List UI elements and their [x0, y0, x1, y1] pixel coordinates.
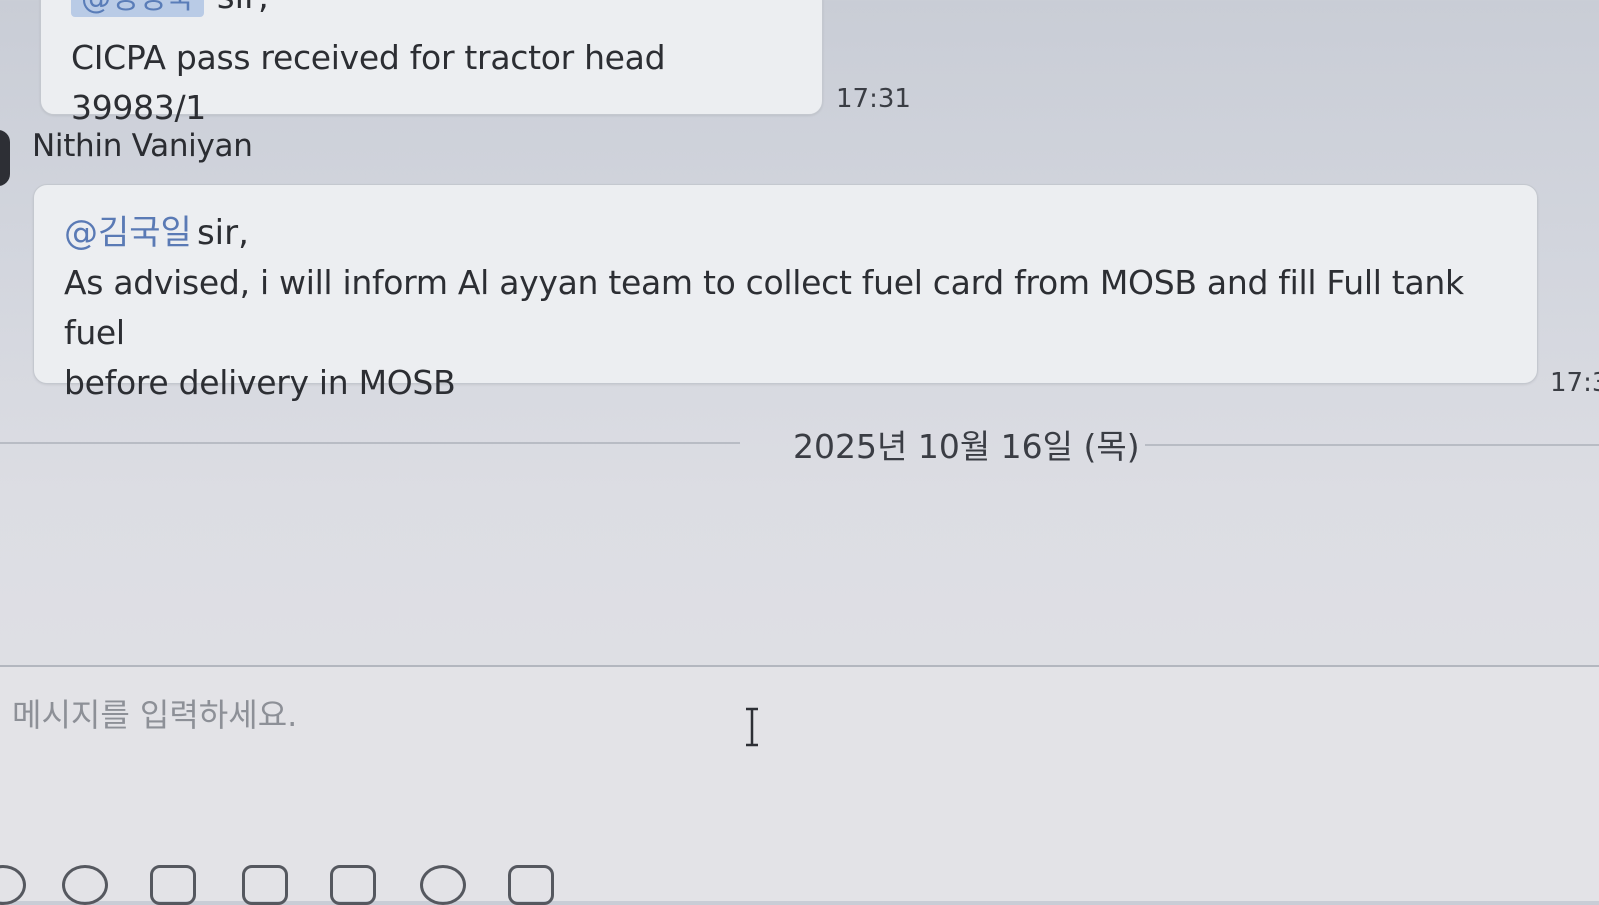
message-text: CICPA pass received for tractor head 399…	[71, 38, 666, 127]
attach-icon[interactable]	[0, 865, 26, 905]
message-text-line: As advised, i will inform Al ayyan team …	[64, 263, 1464, 352]
message-input[interactable]	[10, 679, 1574, 751]
divider-line	[0, 442, 740, 444]
message-composer[interactable]	[0, 665, 1599, 905]
sender-avatar[interactable]	[0, 130, 10, 186]
mention-tag[interactable]: @김국일	[64, 213, 192, 253]
font-icon[interactable]	[150, 865, 196, 905]
chat-message-list: @정정욱 sir, CICPA pass received for tracto…	[0, 0, 1599, 665]
keyboard-icon[interactable]	[330, 865, 376, 905]
divider-line	[1145, 444, 1599, 446]
message-salutation: sir,	[217, 0, 269, 17]
composer-toolbar	[0, 857, 700, 905]
text-cursor-icon	[746, 707, 758, 747]
sender-name[interactable]: Nithin Vaniyan	[32, 128, 253, 164]
image-icon[interactable]	[508, 865, 554, 905]
message-time: 17:3	[1550, 368, 1599, 398]
date-divider: 2025년 10월 16일 (목)	[0, 420, 1599, 470]
edit-icon[interactable]	[242, 865, 288, 905]
message-time: 17:31	[836, 84, 911, 114]
capture-icon[interactable]	[420, 865, 466, 905]
message-bubble[interactable]: @김국일 sir, As advised, i will inform Al a…	[33, 184, 1538, 402]
mention-tag[interactable]: @정정욱	[71, 0, 204, 17]
emoji-icon[interactable]	[62, 865, 108, 905]
date-divider-label: 2025년 10월 16일 (목)	[793, 427, 1140, 466]
message-text-line: before delivery in MOSB	[64, 363, 456, 402]
message-salutation: sir,	[196, 213, 249, 253]
message-bubble[interactable]: @정정욱 sir, CICPA pass received for tracto…	[40, 0, 823, 127]
